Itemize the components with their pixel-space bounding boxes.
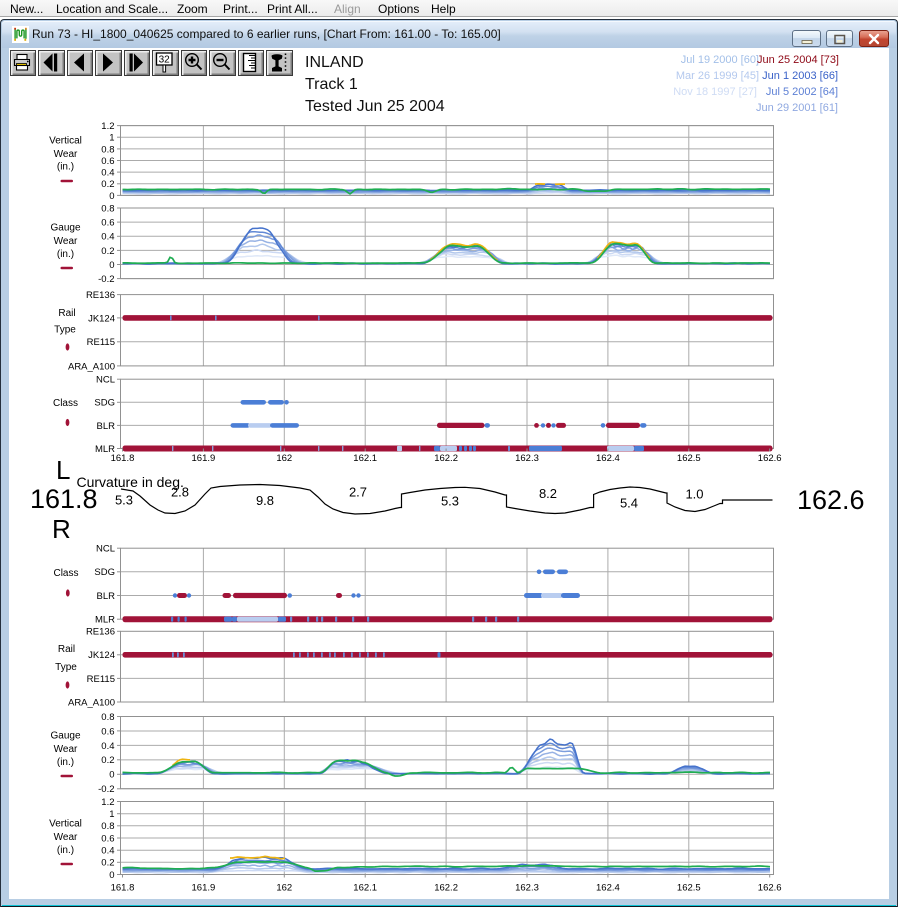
svg-text:161.9: 161.9: [192, 453, 216, 464]
svg-text:(in.): (in.): [57, 249, 74, 260]
svg-text:2.8: 2.8: [171, 485, 189, 500]
svg-text:1: 1: [109, 809, 114, 820]
svg-text:162.6: 162.6: [797, 485, 865, 515]
svg-text:1.0: 1.0: [685, 487, 703, 502]
svg-text:(in.): (in.): [57, 162, 74, 173]
svg-text:L: L: [56, 455, 70, 485]
svg-text:161.8: 161.8: [30, 484, 98, 514]
svg-text:(in.): (in.): [57, 757, 74, 768]
svg-text:162.5: 162.5: [677, 883, 701, 894]
svg-text:162.2: 162.2: [434, 453, 458, 464]
svg-text:Class: Class: [53, 398, 78, 409]
svg-text:162.3: 162.3: [515, 453, 539, 464]
svg-text:1.2: 1.2: [101, 797, 114, 808]
svg-text:(in.): (in.): [57, 845, 74, 856]
svg-text:0.4: 0.4: [101, 232, 114, 243]
svg-text:0.8: 0.8: [101, 203, 114, 214]
svg-text:1.2: 1.2: [101, 121, 114, 132]
svg-text:RE136: RE136: [86, 290, 115, 301]
svg-text:0: 0: [109, 870, 114, 881]
svg-text:0.4: 0.4: [101, 168, 114, 179]
svg-text:161.8: 161.8: [111, 453, 135, 464]
svg-text:0.6: 0.6: [101, 218, 114, 229]
svg-text:Rail: Rail: [58, 644, 75, 655]
svg-text:NCL: NCL: [96, 375, 115, 386]
svg-text:BLR: BLR: [97, 421, 116, 432]
svg-text:0.8: 0.8: [101, 712, 114, 723]
svg-text:Wear: Wear: [54, 744, 78, 755]
svg-text:0.6: 0.6: [101, 156, 114, 167]
svg-text:2.7: 2.7: [349, 485, 367, 500]
svg-text:BLR: BLR: [97, 591, 116, 602]
svg-text:Gauge: Gauge: [50, 223, 80, 234]
svg-text:RE115: RE115: [87, 674, 115, 685]
svg-text:RE136: RE136: [86, 627, 115, 638]
svg-text:162: 162: [276, 453, 292, 464]
svg-text:0.2: 0.2: [101, 246, 114, 257]
svg-text:-0.2: -0.2: [98, 274, 114, 285]
svg-text:5.4: 5.4: [620, 496, 638, 511]
svg-text:162.6: 162.6: [758, 453, 782, 464]
svg-text:8.2: 8.2: [539, 486, 557, 501]
svg-text:R: R: [52, 514, 71, 544]
svg-text:JK124: JK124: [88, 313, 115, 324]
svg-text:162.2: 162.2: [434, 883, 458, 894]
svg-text:Gauge: Gauge: [50, 731, 80, 742]
svg-text:Type: Type: [54, 325, 76, 336]
svg-text:162: 162: [276, 883, 292, 894]
svg-text:0: 0: [109, 260, 114, 271]
svg-text:5.3: 5.3: [441, 494, 459, 509]
svg-text:Wear: Wear: [54, 832, 78, 843]
svg-text:161.8: 161.8: [111, 883, 135, 894]
svg-text:0.8: 0.8: [101, 821, 114, 832]
svg-text:162.5: 162.5: [677, 453, 701, 464]
svg-text:Rail: Rail: [58, 308, 75, 319]
svg-text:0.4: 0.4: [101, 741, 114, 752]
svg-text:162.3: 162.3: [515, 883, 539, 894]
svg-text:9.8: 9.8: [256, 493, 274, 508]
svg-text:162.1: 162.1: [353, 883, 377, 894]
svg-text:0.6: 0.6: [101, 833, 114, 844]
svg-text:0.4: 0.4: [101, 846, 114, 857]
svg-text:-0.2: -0.2: [98, 784, 114, 795]
svg-text:162.1: 162.1: [353, 453, 377, 464]
svg-text:MLR: MLR: [95, 615, 115, 626]
svg-text:Class: Class: [53, 568, 78, 579]
svg-text:162.6: 162.6: [758, 883, 782, 894]
svg-text:161.9: 161.9: [192, 883, 216, 894]
svg-text:NCL: NCL: [96, 544, 115, 555]
svg-text:0.8: 0.8: [101, 144, 114, 155]
svg-text:ARA_A100: ARA_A100: [68, 697, 115, 708]
svg-text:SDG: SDG: [94, 567, 115, 578]
svg-text:Wear: Wear: [54, 149, 78, 160]
svg-text:0.6: 0.6: [101, 726, 114, 737]
svg-text:1: 1: [109, 133, 114, 144]
svg-text:Type: Type: [55, 662, 77, 673]
svg-text:5.3: 5.3: [115, 493, 133, 508]
svg-text:0: 0: [109, 770, 114, 781]
svg-text:Wear: Wear: [54, 236, 78, 247]
svg-text:0.2: 0.2: [101, 755, 114, 766]
svg-text:RE115: RE115: [87, 337, 115, 348]
svg-text:Vertical: Vertical: [49, 136, 82, 147]
svg-text:0.2: 0.2: [101, 858, 114, 869]
svg-text:Vertical: Vertical: [49, 819, 82, 830]
svg-text:SDG: SDG: [94, 398, 115, 409]
svg-text:ARA_A100: ARA_A100: [68, 361, 115, 372]
svg-text:162.4: 162.4: [596, 883, 620, 894]
svg-text:JK124: JK124: [88, 650, 115, 661]
svg-text:162.4: 162.4: [596, 453, 620, 464]
svg-text:0: 0: [109, 191, 114, 202]
svg-text:0.2: 0.2: [101, 179, 114, 190]
